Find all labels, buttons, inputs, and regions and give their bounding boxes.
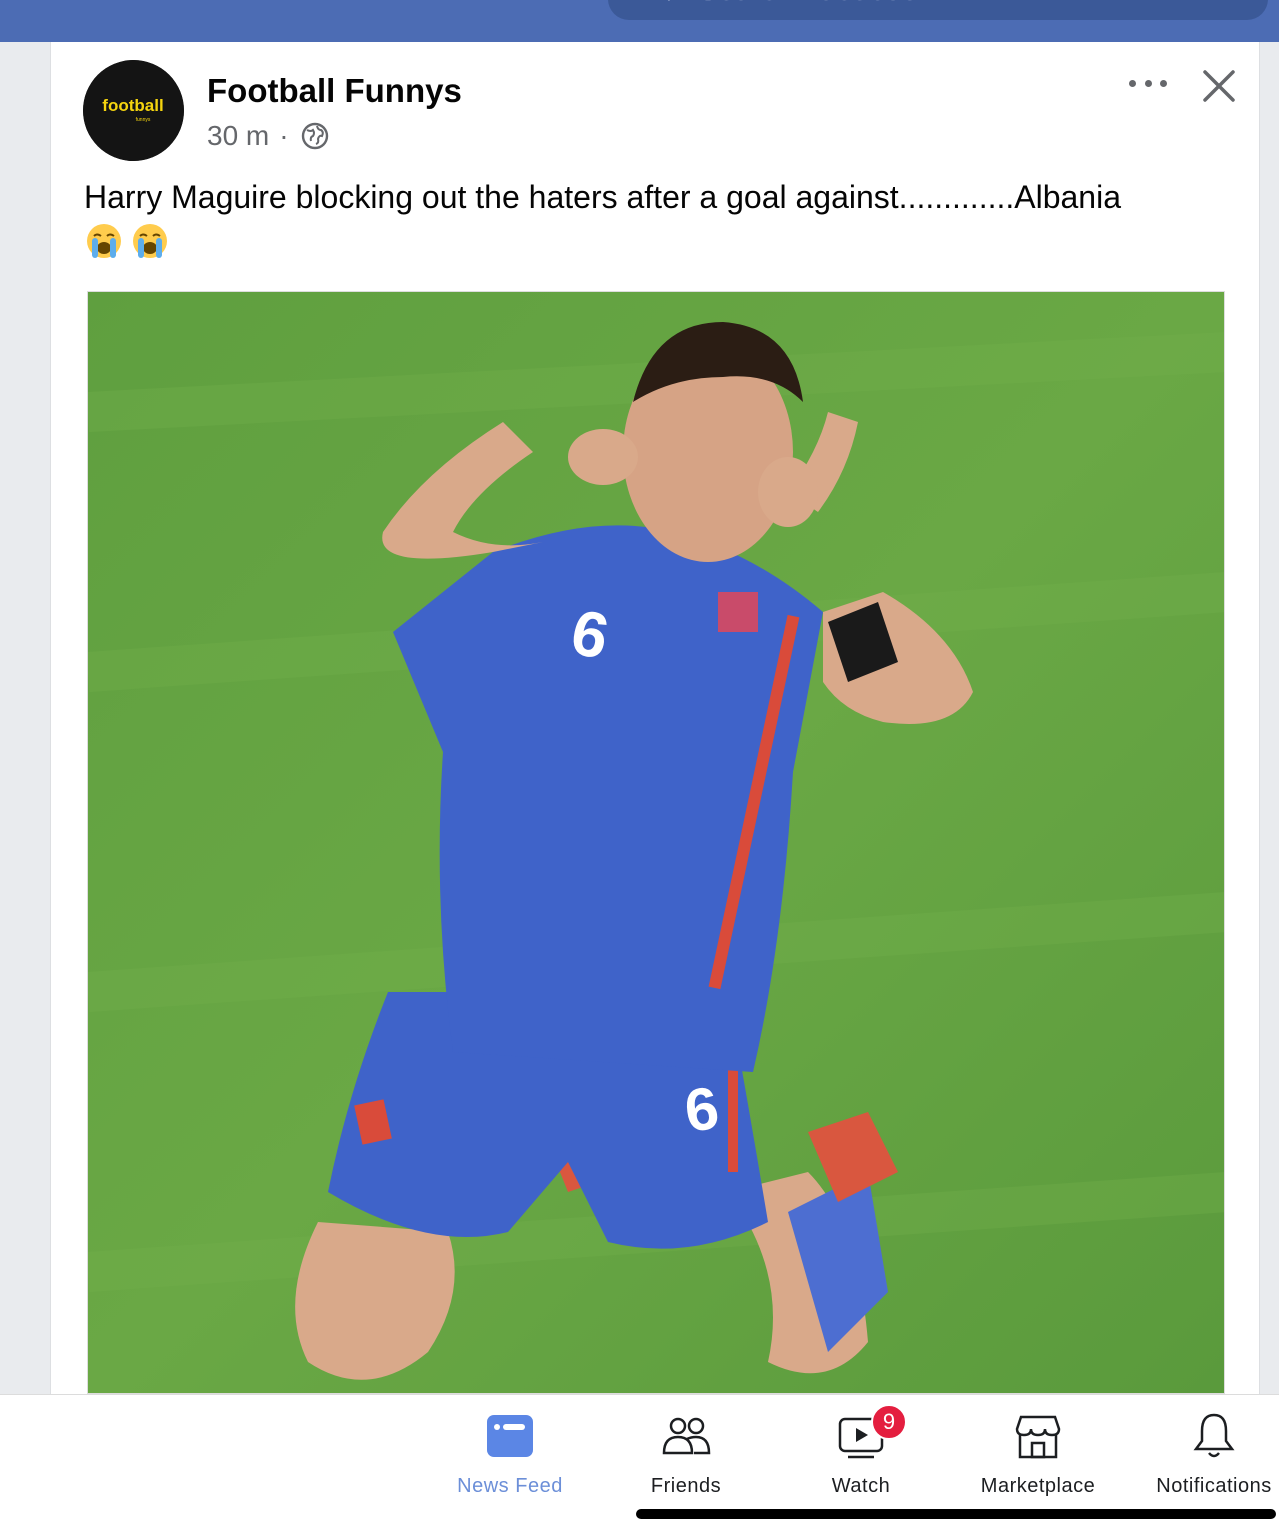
post-card: football funnys Football Funnys 30 m · H… <box>50 42 1260 1394</box>
news-feed-icon <box>487 1415 533 1457</box>
meta-separator: · <box>279 120 289 151</box>
nav-marketplace[interactable]: Marketplace <box>953 1409 1123 1499</box>
caption-emojis <box>85 222 169 260</box>
friends-icon <box>662 1417 711 1455</box>
loudly-crying-face-icon <box>133 224 167 258</box>
marketplace-icon <box>1015 1415 1061 1459</box>
logo-text: football <box>102 96 163 115</box>
loudly-crying-face-icon <box>87 224 121 258</box>
post-meta: 30 m · <box>207 120 329 152</box>
more-dot-icon <box>1144 79 1152 87</box>
more-dot-icon <box>1129 79 1136 87</box>
search-input[interactable]: Search Facebook <box>608 0 1268 20</box>
more-dot-icon <box>1160 79 1167 87</box>
search-placeholder: Search Facebook <box>698 0 933 8</box>
nav-watch[interactable]: 9 Watch <box>776 1404 946 1499</box>
bottom-navigation: News Feed Friends 9 Watch Marketplace No… <box>0 1394 1279 1534</box>
nav-label: Watch <box>831 1475 891 1497</box>
page-logo: football funnys <box>83 60 184 161</box>
football-player-photo: 6 6 <box>88 292 1224 1393</box>
post-time[interactable]: 30 m <box>207 120 269 152</box>
search-icon <box>667 0 670 2</box>
top-bar: Search Facebook <box>0 0 1279 42</box>
nav-label: News Feed <box>457 1475 563 1497</box>
watch-badge: 9 <box>871 1404 907 1440</box>
home-indicator[interactable] <box>636 1509 1276 1519</box>
page-name[interactable]: Football Funnys <box>207 72 462 110</box>
left-gutter <box>0 42 50 1394</box>
globe-icon <box>301 122 328 150</box>
bell-icon <box>1193 1413 1235 1458</box>
logo-subtext: funnys <box>136 117 151 123</box>
post-image[interactable]: 6 6 <box>87 291 1225 1394</box>
right-gutter <box>1260 42 1279 1394</box>
more-options-button[interactable] <box>1129 70 1167 96</box>
post-caption: Harry Maguire blocking out the haters af… <box>84 179 1121 215</box>
nav-label: Friends <box>650 1475 722 1497</box>
nav-notifications[interactable]: Notifications <box>1129 1409 1279 1499</box>
close-icon[interactable] <box>1199 66 1239 106</box>
nav-friends[interactable]: Friends <box>601 1409 771 1499</box>
nav-news-feed[interactable]: News Feed <box>425 1409 595 1499</box>
avatar[interactable]: football funnys <box>83 60 184 161</box>
nav-label: Notifications <box>1156 1475 1272 1497</box>
nav-label: Marketplace <box>980 1475 1096 1497</box>
